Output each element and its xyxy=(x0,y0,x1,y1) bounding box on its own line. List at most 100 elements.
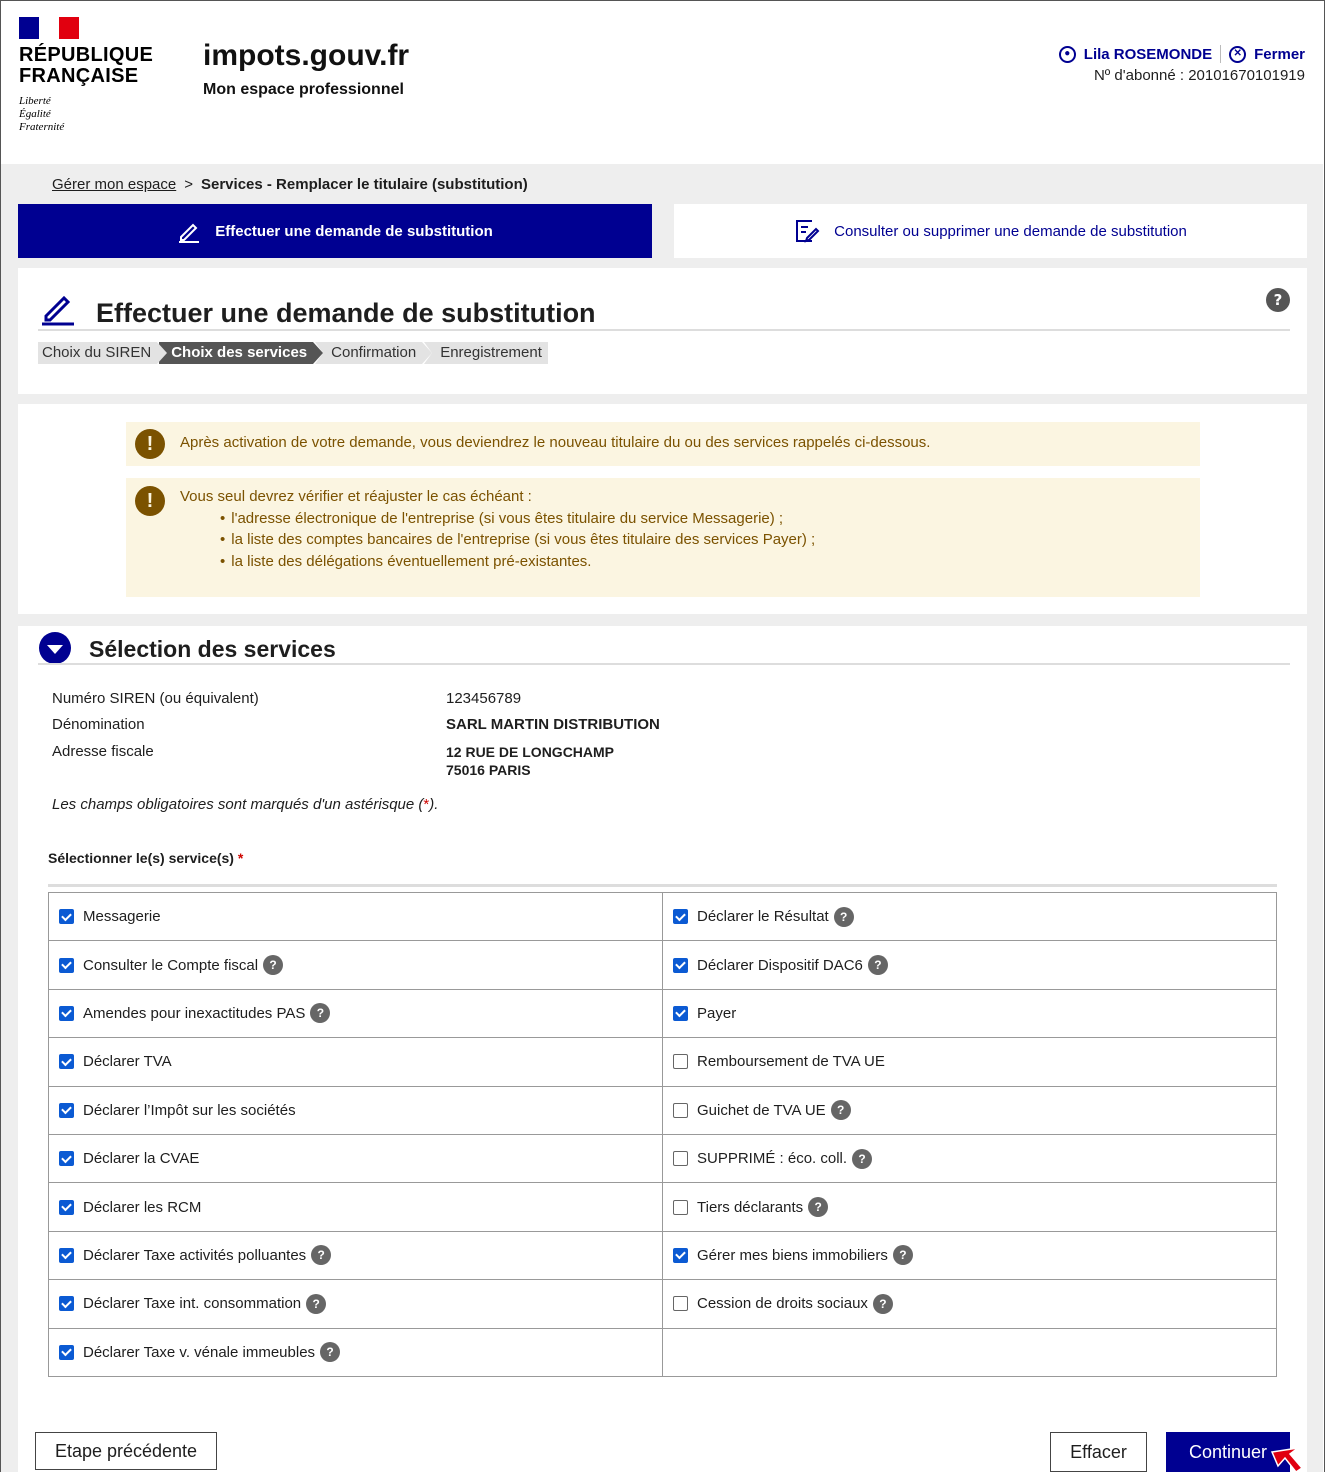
site-title-link[interactable]: impots.gouv.fr xyxy=(203,39,409,73)
tab-effectuer-demande[interactable]: Effectuer une demande de substitution xyxy=(18,204,652,258)
table-top-rule xyxy=(48,884,1277,887)
siren-label: Numéro SIREN (ou équivalent) xyxy=(52,690,259,707)
service-checkbox[interactable] xyxy=(59,1054,74,1070)
service-option[interactable]: Payer xyxy=(673,1005,1276,1022)
service-option[interactable]: Guichet de TVA UE? xyxy=(673,1100,1276,1121)
help-icon[interactable]: ? xyxy=(306,1293,327,1314)
service-cell: Déclarer les RCM xyxy=(48,1182,663,1232)
service-checkbox[interactable] xyxy=(59,1199,74,1215)
service-option[interactable]: Déclarer Taxe v. vénale immeubles? xyxy=(59,1342,662,1363)
service-checkbox[interactable] xyxy=(673,1199,688,1215)
edit-list-icon xyxy=(796,220,820,243)
service-label: Déclarer le Résultat xyxy=(697,908,829,926)
help-icon[interactable]: ? xyxy=(852,1148,873,1169)
service-option[interactable]: Remboursement de TVA UE xyxy=(673,1053,1276,1070)
mandatory-note-end: ). xyxy=(429,796,439,813)
service-cell: Gérer mes biens immobiliers? xyxy=(662,1230,1277,1281)
help-icon[interactable]: ? xyxy=(830,1100,851,1121)
service-checkbox[interactable] xyxy=(59,1102,74,1118)
table-row: Amendes pour inexactitudes PAS? Payer xyxy=(48,988,1277,1039)
subscriber-number: Nº d'abonné : 20101670101919 xyxy=(1093,67,1305,84)
help-icon[interactable]: ? xyxy=(310,1003,331,1024)
service-label: Consulter le Compte fiscal xyxy=(83,956,259,974)
service-checkbox[interactable] xyxy=(59,1005,74,1021)
republic-motto: Liberté Égalité Fraternité xyxy=(19,95,65,133)
service-option[interactable]: Cession de droits sociaux? xyxy=(673,1293,1276,1314)
title-divider xyxy=(38,329,1290,331)
breadcrumb-separator: > xyxy=(184,176,193,193)
service-option[interactable]: Amendes pour inexactitudes PAS? xyxy=(59,1003,662,1024)
user-icon: ● xyxy=(1058,45,1076,63)
service-option[interactable]: Déclarer TVA xyxy=(59,1053,662,1070)
service-checkbox[interactable] xyxy=(673,1296,688,1312)
service-option[interactable]: Déclarer Taxe activités polluantes? xyxy=(59,1245,662,1266)
service-option[interactable]: Déclarer les RCM xyxy=(59,1199,662,1216)
service-option[interactable]: Déclarer Dispositif DAC6? xyxy=(673,955,1276,976)
service-option[interactable]: Déclarer le Résultat? xyxy=(673,906,1276,927)
previous-step-button[interactable]: Etape précédente xyxy=(35,1432,217,1470)
alert-text: Vous seul devrez vérifier et réajuster l… xyxy=(180,486,815,572)
table-row: Déclarer TVA Remboursement de TVA UE xyxy=(48,1037,1277,1087)
help-icon[interactable]: ? xyxy=(808,1197,829,1218)
marianne-flag-logo xyxy=(19,17,79,39)
breadcrumb-parent-link[interactable]: Gérer mon espace xyxy=(52,176,176,193)
close-link[interactable]: Fermer xyxy=(1254,46,1305,63)
help-icon[interactable]: ? xyxy=(833,906,854,927)
service-checkbox[interactable] xyxy=(673,1151,688,1167)
user-name-link[interactable]: Lila ROSEMONDE xyxy=(1084,46,1212,63)
table-row: Messagerie Déclarer le Résultat? xyxy=(48,891,1277,942)
alert-list-item: l'adresse électronique de l'entreprise (… xyxy=(220,508,815,530)
help-icon[interactable]: ? xyxy=(892,1245,913,1266)
republique-francaise-title: RÉPUBLIQUE FRANÇAISE xyxy=(19,44,154,87)
service-checkbox[interactable] xyxy=(673,1005,688,1021)
service-label: Remboursement de TVA UE xyxy=(697,1053,885,1071)
mandatory-note-text: Les champs obligatoires sont marqués d'u… xyxy=(52,796,424,813)
tab-label: Consulter ou supprimer une demande de su… xyxy=(834,222,1187,240)
help-icon[interactable]: ? xyxy=(1266,288,1290,312)
service-cell xyxy=(662,1327,1277,1377)
alert-list-item: la liste des délégations éventuellement … xyxy=(220,551,815,573)
pencil-icon xyxy=(42,295,74,326)
help-icon[interactable]: ? xyxy=(311,1245,332,1266)
clear-button[interactable]: Effacer xyxy=(1050,1432,1147,1472)
service-checkbox[interactable] xyxy=(59,1247,74,1263)
address-value: 12 RUE DE LONGCHAMP 75016 PARIS xyxy=(446,744,615,778)
service-checkbox[interactable] xyxy=(59,1296,74,1312)
service-checkbox[interactable] xyxy=(673,1054,688,1070)
title-panel: Effectuer une demande de substitution ? … xyxy=(18,268,1307,394)
help-icon[interactable]: ? xyxy=(320,1342,341,1363)
service-option[interactable]: Déclarer Taxe int. consommation? xyxy=(59,1293,662,1314)
alert-intro: Vous seul devrez vérifier et réajuster l… xyxy=(180,488,532,505)
service-checkbox[interactable] xyxy=(673,909,688,925)
services-panel: Sélection des services Numéro SIREN (ou … xyxy=(18,626,1307,1472)
tab-consulter-supprimer[interactable]: Consulter ou supprimer une demande de su… xyxy=(674,204,1307,258)
service-option[interactable]: Déclarer l’Impôt sur les sociétés xyxy=(59,1102,662,1119)
service-checkbox[interactable] xyxy=(59,909,74,925)
service-cell: Messagerie xyxy=(48,891,663,942)
service-option[interactable]: SUPPRIMÉ : éco. coll.? xyxy=(673,1148,1276,1169)
service-option[interactable]: Consulter le Compte fiscal? xyxy=(59,955,662,976)
services-table: Messagerie Déclarer le Résultat? Consulter… xyxy=(48,891,1277,1377)
table-row: Déclarer les RCM Tiers déclarants? xyxy=(48,1182,1277,1232)
service-checkbox[interactable] xyxy=(673,957,688,973)
help-icon[interactable]: ? xyxy=(867,955,888,976)
service-option[interactable]: Gérer mes biens immobiliers? xyxy=(673,1245,1276,1266)
step-enregistrement: Enregistrement xyxy=(424,342,548,364)
pencil-icon xyxy=(179,223,200,243)
service-option[interactable]: Tiers déclarants? xyxy=(673,1197,1276,1218)
required-asterisk: * xyxy=(237,850,244,866)
service-option[interactable]: Déclarer la CVAE xyxy=(59,1150,662,1167)
service-option[interactable]: Messagerie xyxy=(59,908,662,925)
chevron-down-icon[interactable] xyxy=(39,632,71,664)
service-checkbox[interactable] xyxy=(673,1247,688,1263)
service-checkbox[interactable] xyxy=(673,1102,688,1118)
service-cell: Payer xyxy=(662,988,1277,1039)
help-icon[interactable]: ? xyxy=(263,955,284,976)
service-label: Déclarer Taxe v. vénale immeubles xyxy=(83,1343,316,1361)
service-checkbox[interactable] xyxy=(59,1151,74,1167)
alert-list: l'adresse électronique de l'entreprise (… xyxy=(180,508,815,573)
close-icon[interactable]: ✕ xyxy=(1229,45,1247,63)
help-icon[interactable]: ? xyxy=(872,1293,893,1314)
service-checkbox[interactable] xyxy=(59,1344,74,1360)
service-checkbox[interactable] xyxy=(59,957,74,973)
